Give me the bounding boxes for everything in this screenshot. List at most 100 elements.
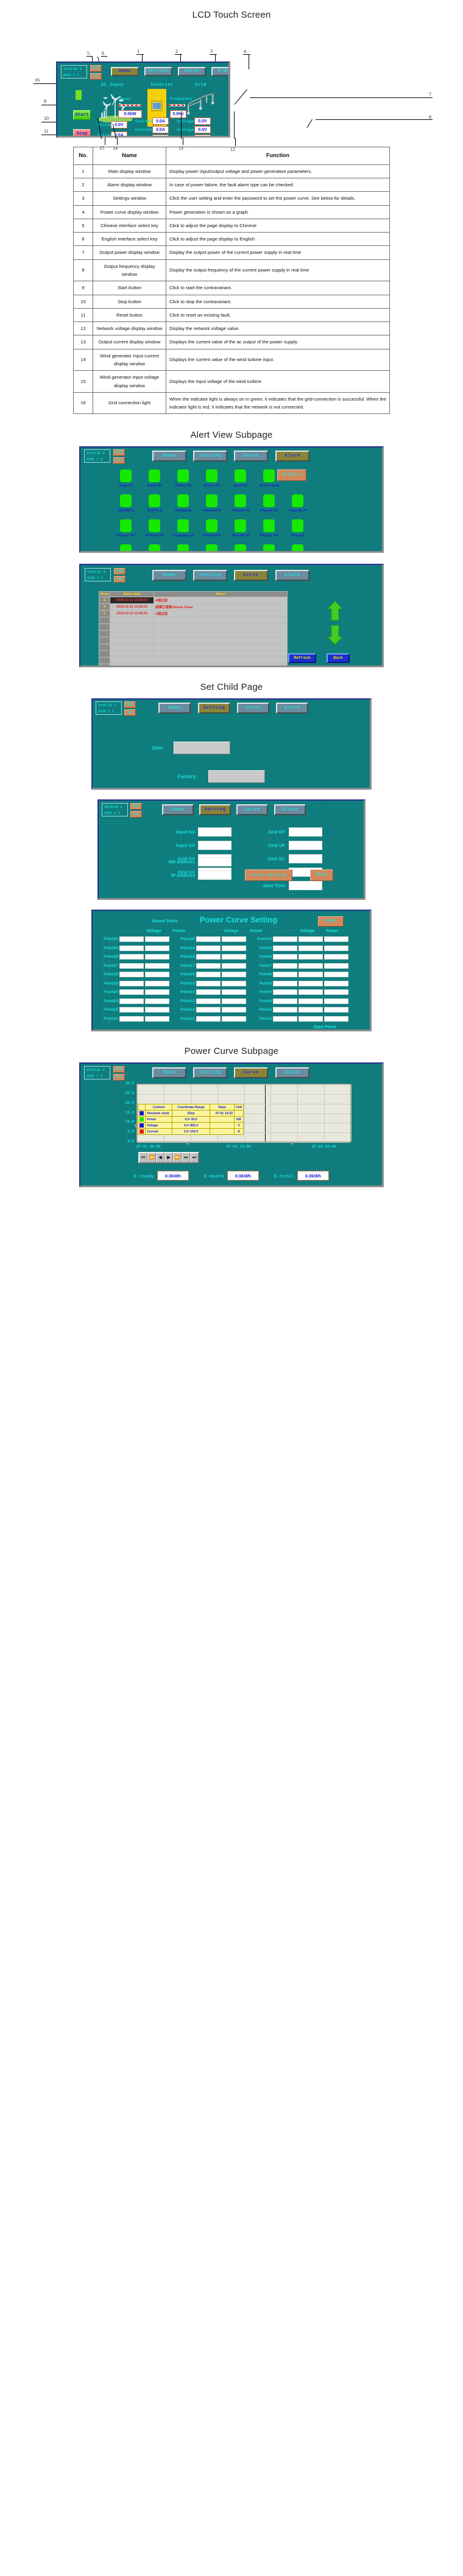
- plot-nav-button-0[interactable]: ⏮: [139, 1153, 147, 1163]
- plot-scroll-handle-right[interactable]: [289, 1142, 294, 1146]
- curve-point-power-input[interactable]: [145, 954, 169, 960]
- refresh-button[interactable]: Refresh: [288, 653, 316, 664]
- curve-point-power-input[interactable]: [222, 998, 246, 1004]
- alarm-lang-chinese-button[interactable]: 中文: [113, 449, 125, 457]
- history-button[interactable]: History: [277, 469, 306, 482]
- curve-point-voltage-input[interactable]: [119, 963, 144, 969]
- curve-point-voltage-input[interactable]: [273, 963, 297, 969]
- alarm-table-row[interactable]: [99, 644, 288, 651]
- curve-point-power-input-b[interactable]: [324, 998, 348, 1004]
- alarm-list-screen[interactable]: 19:57:20 3 2020 7 1 中文 EN Home Setting C…: [79, 564, 384, 668]
- curve-point-voltage-input[interactable]: [119, 945, 144, 951]
- curve-point-power-input-b[interactable]: [324, 963, 348, 969]
- curve-point-power-input[interactable]: [145, 1007, 169, 1013]
- curve-point-voltage-input[interactable]: [273, 998, 297, 1004]
- alarm-table-row[interactable]: [99, 657, 288, 665]
- curve-point-power-input[interactable]: [145, 945, 169, 951]
- params-addr-input-0[interactable]: [198, 857, 231, 867]
- curveset-back-button[interactable]: Back: [318, 916, 344, 927]
- curve-point-voltage-input[interactable]: [273, 972, 297, 978]
- params-nav-home-button[interactable]: Home: [162, 804, 194, 816]
- curve-point-voltage-input[interactable]: [196, 954, 221, 960]
- curve-point-power-input[interactable]: [145, 980, 169, 986]
- alarmlist-lang-chinese-button[interactable]: 中文: [114, 568, 125, 575]
- plot-navigation-pad[interactable]: ⏮ ⏪ ◀ ▶ ⏩ ⏭ ⏭: [138, 1152, 199, 1164]
- curve-point-voltage-input[interactable]: [119, 972, 144, 978]
- scroll-down-button[interactable]: [327, 625, 344, 646]
- params-right-input-0[interactable]: [289, 827, 322, 837]
- params-nav-curve-button[interactable]: Curve: [236, 804, 268, 816]
- curve-point-power-input-b[interactable]: [324, 1007, 348, 1013]
- curve-point-voltage-input[interactable]: [119, 936, 144, 942]
- alarm-table-row[interactable]: [99, 664, 288, 666]
- curve-point-power-input[interactable]: [299, 945, 323, 951]
- plot-nav-button-4[interactable]: ⏩: [173, 1153, 182, 1163]
- curve-point-power-input[interactable]: [222, 1016, 246, 1022]
- curve-point-voltage-input[interactable]: [119, 1007, 144, 1013]
- curve-nav-curve-button[interactable]: Curve: [234, 1067, 268, 1079]
- alarmlist-lang-english-button[interactable]: EN: [114, 576, 125, 583]
- alarm-table-row[interactable]: [99, 630, 288, 638]
- login-lang-english-button[interactable]: EN: [124, 709, 136, 717]
- alarm-table-row[interactable]: 2 2019-12-12 13:59:23 故障已清除!/Alarm Clear!: [99, 603, 288, 611]
- params-right-input-4[interactable]: [289, 881, 322, 891]
- plot-nav-button-1[interactable]: ⏪: [147, 1153, 156, 1163]
- lang-english-button[interactable]: EN: [90, 73, 102, 80]
- lang-chinese-button[interactable]: 中文: [90, 65, 102, 72]
- alarm-nav-home-button[interactable]: Home: [152, 451, 186, 462]
- curve-point-power-input-b[interactable]: [324, 972, 348, 978]
- curve-point-voltage-input[interactable]: [196, 945, 221, 951]
- login-screen[interactable]: 19:57:10 3 2020 7 1 中文 EN Home Setting C…: [91, 698, 372, 790]
- login-nav-curve-button[interactable]: Curve: [237, 703, 269, 714]
- curve-point-voltage-input[interactable]: [273, 936, 297, 942]
- curve-point-power-input[interactable]: [145, 936, 169, 942]
- curve-lang-english-button[interactable]: EN: [113, 1074, 125, 1081]
- curve-point-voltage-input[interactable]: [196, 1007, 221, 1013]
- parameters-screen[interactable]: 18:00:00 1 2002 1 1 中文 EN Home Setting C…: [97, 799, 366, 900]
- alarmlist-nav-setting-button[interactable]: Setting: [193, 570, 227, 581]
- alarm-table-row[interactable]: 1 2019-12-12 13:59:24 A相过流: [99, 597, 288, 605]
- params-nav-alarm-button[interactable]: Alarm: [274, 804, 306, 816]
- alarm-table-row[interactable]: [99, 637, 288, 645]
- curve-point-power-input[interactable]: [299, 963, 323, 969]
- nav-home-button[interactable]: Home: [111, 67, 139, 76]
- alarm-nav-curve-button[interactable]: Curve: [234, 451, 268, 462]
- curve-point-power-input[interactable]: [299, 954, 323, 960]
- curve-point-voltage-input[interactable]: [196, 998, 221, 1004]
- curve-point-voltage-input[interactable]: [119, 954, 144, 960]
- curve-nav-setting-button[interactable]: Setting: [193, 1067, 227, 1079]
- curve-point-power-input-b[interactable]: [324, 1016, 348, 1022]
- alarm-nav-alarm-button[interactable]: Alarm: [275, 451, 309, 462]
- plot-nav-button-6[interactable]: ⏭: [190, 1153, 199, 1163]
- curve-setting-button[interactable]: Curve Setting: [245, 869, 292, 882]
- curve-point-voltage-input[interactable]: [273, 954, 297, 960]
- plot-scroll-handle-mid[interactable]: [185, 1142, 190, 1146]
- user-input[interactable]: [174, 742, 230, 755]
- curve-point-power-input[interactable]: [299, 989, 323, 995]
- curve-point-power-input[interactable]: [222, 945, 246, 951]
- curve-point-power-input[interactable]: [299, 998, 323, 1004]
- alarm-table-row[interactable]: 3 2019-12-12 13:58:04 A相过流: [99, 610, 288, 618]
- login-lang-chinese-button[interactable]: 中文: [124, 701, 136, 709]
- curve-nav-home-button[interactable]: Home: [152, 1067, 186, 1079]
- login-nav-home-button[interactable]: Home: [158, 703, 191, 714]
- curve-point-voltage-input[interactable]: [273, 1007, 297, 1013]
- alarmlist-nav-home-button[interactable]: Home: [152, 570, 186, 581]
- curve-point-power-input-b[interactable]: [324, 945, 348, 951]
- curve-point-power-input[interactable]: [145, 972, 169, 978]
- curve-point-power-input[interactable]: [299, 1016, 323, 1022]
- login-nav-setting-button[interactable]: Setting: [198, 703, 230, 714]
- plot-nav-button-3[interactable]: ▶: [164, 1153, 173, 1163]
- curve-point-voltage-input[interactable]: [119, 980, 144, 986]
- alarm-lamp-screen[interactable]: 19:57:32 3 2020 7 1 中文 EN Home Setting C…: [79, 446, 384, 553]
- curve-point-voltage-input[interactable]: [196, 963, 221, 969]
- curve-point-power-input[interactable]: [222, 963, 246, 969]
- alarm-log-table[interactable]: Num Alarm time Alarm 1 2019-12-12 13:59:24 A相…: [99, 591, 288, 666]
- curve-nav-alarm-button[interactable]: Alarm: [275, 1067, 309, 1079]
- params-lang-chinese-button[interactable]: 中文: [130, 803, 142, 810]
- curve-point-power-input[interactable]: [222, 989, 246, 995]
- curve-point-voltage-input[interactable]: [273, 1016, 297, 1022]
- alarmlist-nav-curve-button[interactable]: Curve: [234, 570, 268, 581]
- power-curve-screen[interactable]: 19:57:01 3 2020 7 1 中文 EN Home Setting C…: [79, 1062, 384, 1188]
- curve-point-power-input[interactable]: [222, 936, 246, 942]
